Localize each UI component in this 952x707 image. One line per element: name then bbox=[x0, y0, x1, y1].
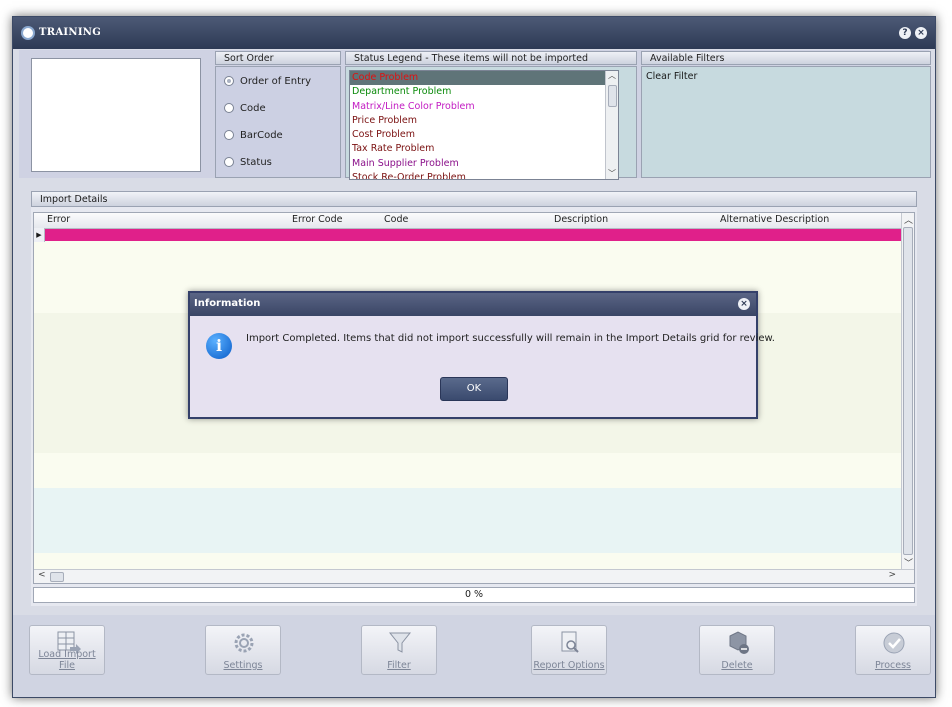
sort-option-status[interactable]: Status bbox=[224, 154, 272, 170]
scroll-thumb[interactable] bbox=[50, 572, 64, 582]
status-legend-item[interactable]: Stock Re-Order Problem bbox=[350, 171, 618, 179]
scroll-thumb[interactable] bbox=[903, 227, 913, 555]
process-button[interactable]: Process bbox=[855, 625, 931, 675]
button-label: Delete bbox=[721, 660, 753, 671]
footer-toolbar: Load Import File Settings Filter Report … bbox=[13, 615, 935, 697]
button-label: Filter bbox=[387, 660, 411, 671]
column-header-error[interactable]: Error bbox=[47, 214, 70, 225]
status-legend-item[interactable]: Matrix/Line Color Problem bbox=[350, 100, 618, 114]
sort-option-code[interactable]: Code bbox=[224, 100, 266, 116]
table-row[interactable] bbox=[45, 229, 901, 241]
grid-header: Error Error Code Code Description Altern… bbox=[34, 213, 902, 229]
settings-button[interactable]: Settings bbox=[205, 625, 281, 675]
app-logo-icon bbox=[21, 26, 35, 40]
scroll-up-icon[interactable]: ︿ bbox=[904, 213, 913, 226]
information-dialog: Information × i Import Completed. Items … bbox=[188, 291, 775, 419]
dialog-title: Information bbox=[194, 298, 261, 309]
sort-option-barcode[interactable]: BarCode bbox=[224, 127, 283, 143]
button-label: Load Import File bbox=[38, 649, 96, 671]
scroll-left-icon[interactable]: < bbox=[38, 570, 46, 580]
sort-order-heading: Sort Order bbox=[215, 51, 341, 65]
report-search-icon bbox=[561, 631, 579, 653]
status-legend-item[interactable]: Department Problem bbox=[350, 85, 618, 99]
info-icon: i bbox=[206, 333, 232, 359]
available-filters-heading: Available Filters bbox=[641, 51, 931, 65]
load-import-file-button[interactable]: Load Import File bbox=[29, 625, 105, 675]
status-legend-item[interactable]: Main Supplier Problem bbox=[350, 157, 618, 171]
status-legend-item[interactable]: Price Problem bbox=[350, 114, 618, 128]
checkmark-icon bbox=[883, 632, 905, 654]
status-legend-item[interactable]: Cost Problem bbox=[350, 128, 618, 142]
delete-button[interactable]: Delete bbox=[699, 625, 775, 675]
grid-vertical-scrollbar[interactable]: ︿ ﹀ bbox=[901, 213, 914, 569]
status-legend-item[interactable]: Code Problem bbox=[350, 71, 618, 86]
available-filters-panel: Clear Filter bbox=[641, 66, 931, 178]
scroll-up-icon[interactable]: ︿ bbox=[606, 71, 618, 81]
filter-clear[interactable]: Clear Filter bbox=[646, 71, 697, 82]
button-label: Process bbox=[874, 660, 912, 671]
sort-order-panel: Order of Entry Code BarCode Status bbox=[215, 66, 341, 178]
sort-option-label: Code bbox=[240, 102, 266, 114]
button-label: Report Options bbox=[533, 660, 605, 671]
sort-option-order-of-entry[interactable]: Order of Entry bbox=[224, 73, 311, 89]
gear-icon bbox=[234, 633, 254, 653]
close-icon[interactable]: × bbox=[915, 27, 927, 39]
report-options-button[interactable]: Report Options bbox=[531, 625, 607, 675]
options-area: Sort Order Order of Entry Code BarCode S… bbox=[19, 50, 931, 180]
status-legend-item[interactable]: Tax Rate Problem bbox=[350, 142, 618, 156]
scroll-thumb[interactable] bbox=[608, 85, 617, 107]
dialog-message: Import Completed. Items that did not imp… bbox=[246, 333, 775, 344]
sort-option-label: Status bbox=[240, 156, 272, 168]
column-header-description[interactable]: Description bbox=[554, 214, 608, 225]
ok-button[interactable]: OK bbox=[440, 377, 508, 401]
import-progress-bar: 0 % bbox=[33, 587, 915, 603]
column-header-error-code[interactable]: Error Code bbox=[292, 214, 343, 225]
filter-button[interactable]: Filter bbox=[361, 625, 437, 675]
dialog-title-bar: Information × bbox=[190, 293, 756, 316]
delete-box-icon bbox=[729, 631, 749, 654]
status-legend-heading: Status Legend - These items will not be … bbox=[345, 51, 637, 65]
legend-scrollbar[interactable]: ︿ ﹀ bbox=[605, 71, 618, 179]
status-legend-list[interactable]: Code Problem Department Problem Matrix/Lin… bbox=[349, 70, 619, 180]
item-image-box bbox=[31, 58, 201, 172]
scroll-down-icon[interactable]: ﹀ bbox=[904, 556, 913, 569]
grid-background-band bbox=[34, 488, 902, 553]
sort-option-label: BarCode bbox=[240, 129, 283, 141]
scroll-right-icon[interactable]: > bbox=[888, 570, 896, 580]
help-icon[interactable]: ? bbox=[899, 27, 911, 39]
dialog-close-icon[interactable]: × bbox=[738, 298, 750, 310]
status-legend-panel: Code Problem Department Problem Matrix/Lin… bbox=[345, 66, 637, 180]
grid-horizontal-scrollbar[interactable]: < > bbox=[34, 569, 914, 583]
radio-icon[interactable] bbox=[224, 130, 234, 140]
radio-icon[interactable] bbox=[224, 103, 234, 113]
column-header-code[interactable]: Code bbox=[384, 214, 408, 225]
button-label: Settings bbox=[223, 660, 263, 671]
title-bar: TRAINING ? × bbox=[13, 17, 935, 49]
row-indicator-icon: ▶ bbox=[34, 228, 45, 242]
import-details-heading: Import Details bbox=[31, 191, 917, 207]
radio-icon[interactable] bbox=[224, 76, 234, 86]
column-header-alternative-description[interactable]: Alternative Description bbox=[720, 214, 829, 225]
window-title: TRAINING bbox=[39, 27, 102, 38]
radio-icon[interactable] bbox=[224, 157, 234, 167]
scroll-down-icon[interactable]: ﹀ bbox=[606, 169, 618, 179]
sort-option-label: Order of Entry bbox=[240, 75, 312, 87]
funnel-icon bbox=[388, 632, 412, 653]
